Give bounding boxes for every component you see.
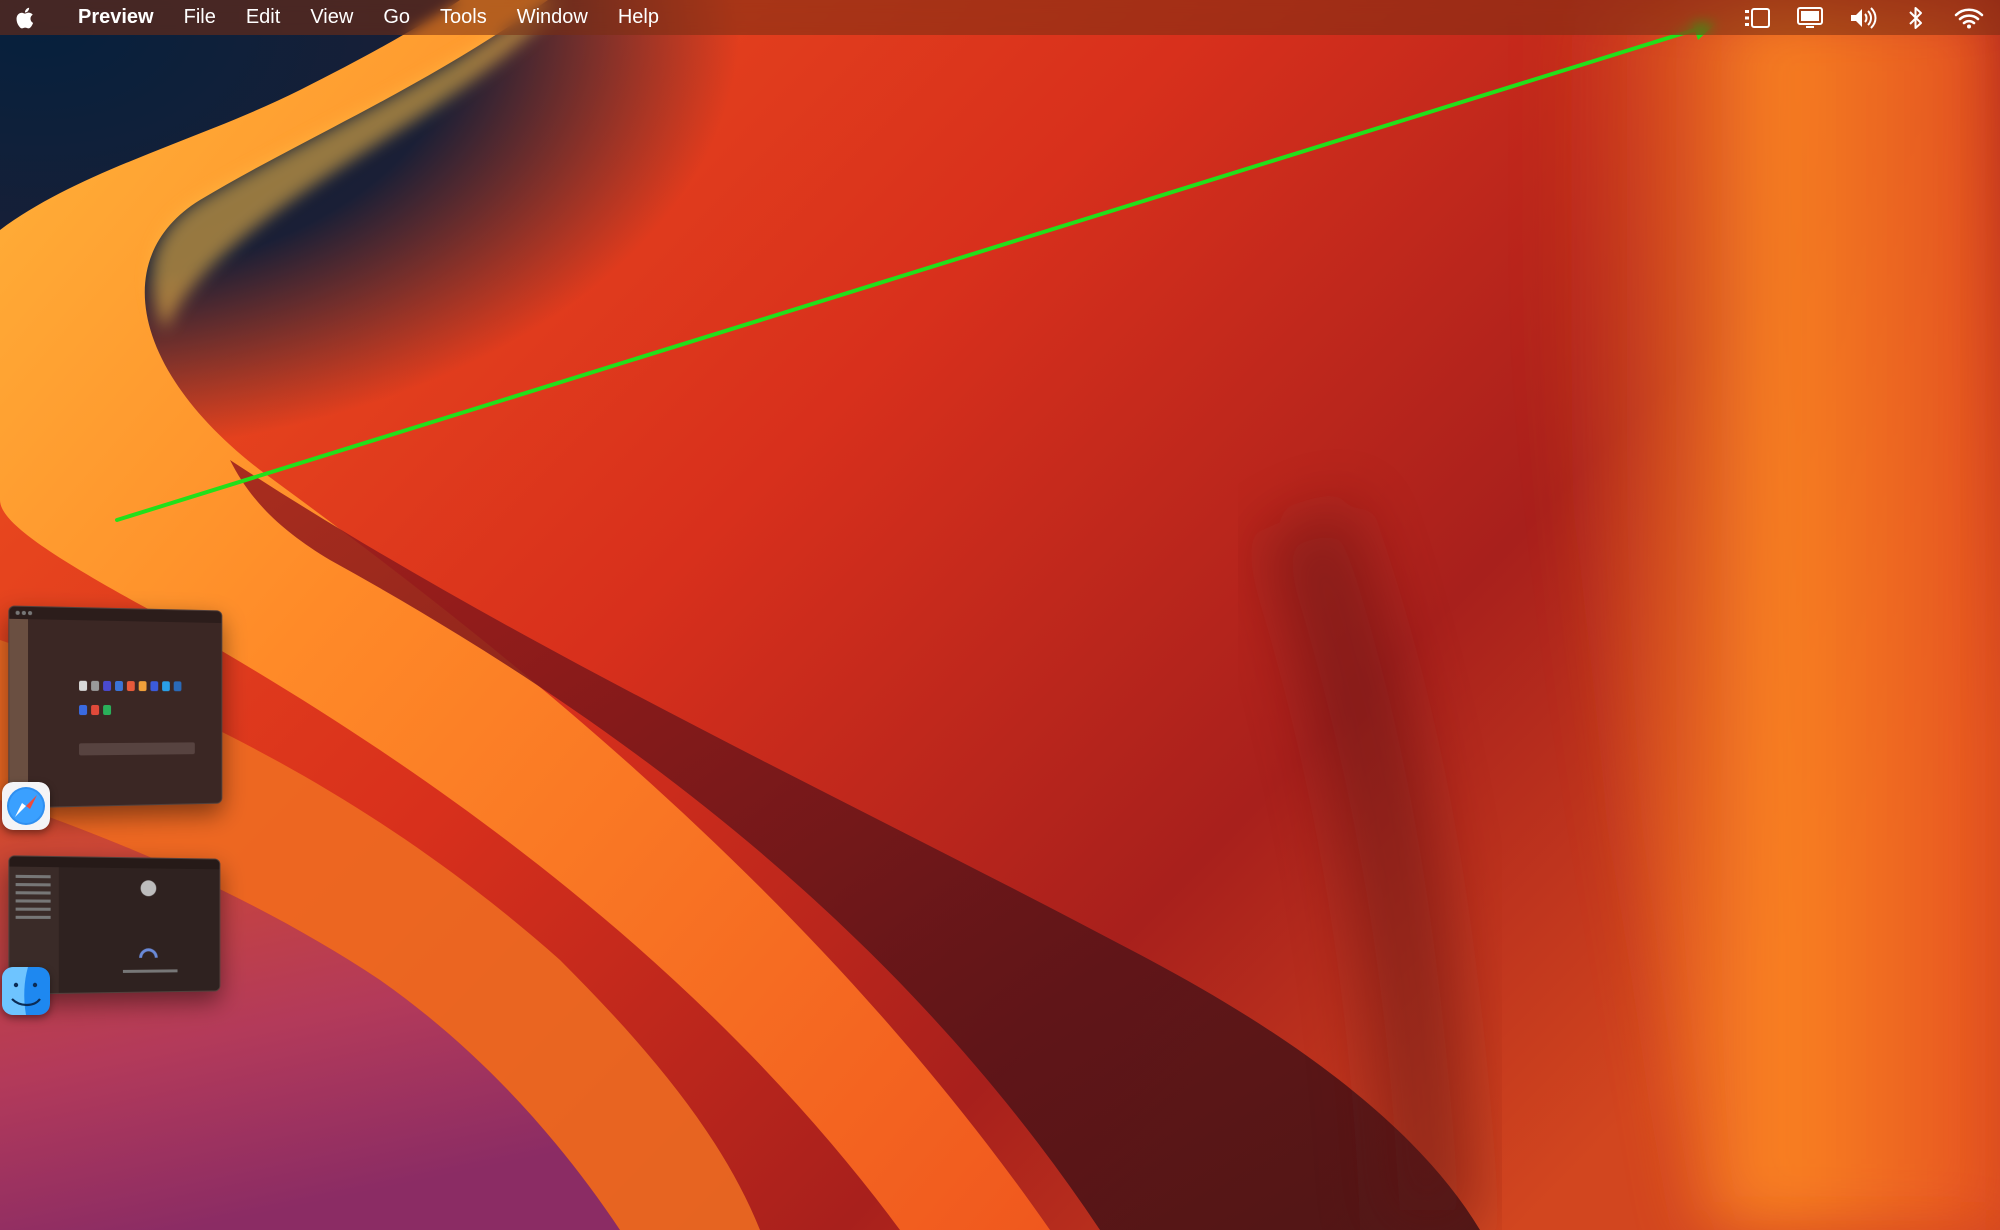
menu-bar: Preview File Edit View Go Tools Window H… <box>0 0 2000 35</box>
stage-group-finder[interactable] <box>0 845 240 1025</box>
stage-manager-icon[interactable] <box>1740 0 1774 35</box>
display-icon[interactable] <box>1793 0 1827 35</box>
volume-icon[interactable] <box>1846 0 1880 35</box>
wifi-icon[interactable] <box>1952 0 1986 35</box>
desktop-wallpaper <box>0 0 2000 1230</box>
menu-edit[interactable]: Edit <box>231 0 295 35</box>
menu-window[interactable]: Window <box>502 0 603 35</box>
apple-logo-icon[interactable] <box>14 4 38 32</box>
bluetooth-icon[interactable] <box>1899 0 1933 35</box>
finder-icon[interactable] <box>2 967 50 1015</box>
menu-app-name[interactable]: Preview <box>62 0 169 35</box>
stage-group-safari[interactable] <box>0 598 240 838</box>
menu-help[interactable]: Help <box>603 0 674 35</box>
menu-file[interactable]: File <box>169 0 231 35</box>
menu-view[interactable]: View <box>295 0 368 35</box>
menu-go[interactable]: Go <box>368 0 425 35</box>
safari-window-thumbnail[interactable] <box>8 605 223 809</box>
menu-tools[interactable]: Tools <box>425 0 502 35</box>
safari-window-preview <box>9 606 222 808</box>
safari-icon[interactable] <box>2 782 50 830</box>
desktop: Preview File Edit View Go Tools Window H… <box>0 0 2000 1230</box>
